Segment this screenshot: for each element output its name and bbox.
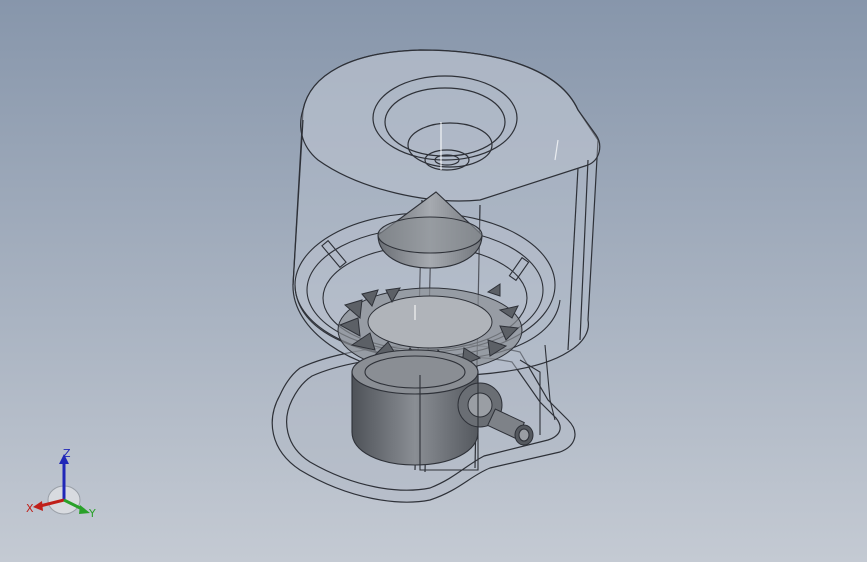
x-arrow-icon (33, 501, 43, 511)
y-label: Y (88, 507, 96, 520)
3d-viewport[interactable]: Z X Y (0, 0, 867, 562)
z-label: Z (63, 447, 71, 460)
orientation-triad[interactable]: Z X Y (22, 444, 102, 524)
cad-model[interactable] (0, 0, 867, 562)
x-label: X (26, 502, 34, 515)
